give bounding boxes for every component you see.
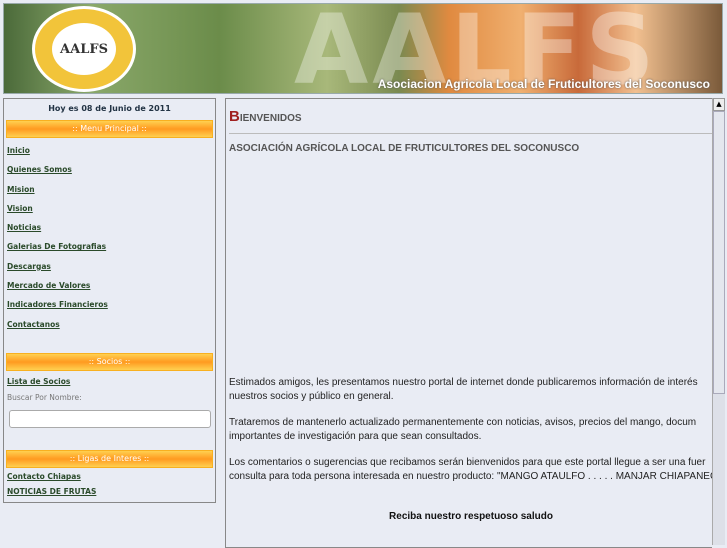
- menu-mercado-valores[interactable]: Mercado de Valores: [7, 276, 215, 295]
- paragraph-1: Estimados amigos, les presentamos nuestr…: [229, 376, 712, 403]
- menu-principal-header: :: Menu Principal ::: [6, 120, 213, 138]
- header-banner: AALFS AALFS Asociacion Agricola Local de…: [3, 3, 723, 94]
- p1-line2: nuestros socios y público en general.: [229, 390, 394, 402]
- scroll-thumb[interactable]: [713, 111, 725, 394]
- menu-mision[interactable]: Mision: [7, 180, 215, 199]
- menu-galerias[interactable]: Galerias De Fotografias: [7, 237, 215, 256]
- paragraph-2: Trataremos de mantenerlo actualizado per…: [229, 416, 712, 443]
- menu-inicio[interactable]: Inicio: [7, 141, 215, 160]
- banner-caption: Asociacion Agricola Local de Fruticultor…: [377, 77, 710, 91]
- scroll-up-arrow-icon[interactable]: ▲: [713, 98, 725, 111]
- p3-line1: Los comentarios o sugerencias que reciba…: [229, 457, 706, 468]
- menu-noticias[interactable]: Noticias: [7, 218, 215, 237]
- search-by-name-input[interactable]: [9, 410, 211, 429]
- title-rest: IENVENIDOS: [239, 113, 302, 124]
- socios-header: :: Socios ::: [6, 352, 213, 371]
- aalfs-logo: AALFS: [32, 6, 136, 92]
- noticias-frutas-link[interactable]: NOTICIAS DE FRUTAS: [7, 483, 215, 498]
- sidebar: Hoy es 08 de Junio de 2011 :: Menu Princ…: [3, 98, 216, 503]
- greeting: Reciba nuestro respetuoso saludo: [389, 511, 553, 522]
- p1-line1: Estimados amigos, les presentamos nuestr…: [229, 377, 698, 388]
- menu-indicadores[interactable]: Indicadores Financieros: [7, 295, 215, 314]
- content-frame: BIENVENIDOS ASOCIACIÓN AGRÍCOLA LOCAL DE…: [225, 98, 712, 548]
- menu-descargas[interactable]: Descargas: [7, 257, 215, 276]
- logo-text: AALFS: [52, 23, 116, 75]
- page-title: BIENVENIDOS: [229, 108, 712, 134]
- lista-socios-link[interactable]: Lista de Socios: [7, 372, 215, 391]
- title-initial: B: [229, 108, 240, 125]
- p3-line2: consulta para toda persona interesada en…: [229, 470, 712, 482]
- current-date: Hoy es 08 de Junio de 2011: [48, 104, 171, 113]
- menu-contactanos[interactable]: Contactanos: [7, 315, 215, 334]
- p2-line1: Trataremos de mantenerlo actualizado per…: [229, 417, 697, 428]
- ligas-header: :: Ligas de Interes ::: [6, 450, 213, 469]
- p2-line2: importantes de investigación para que se…: [229, 430, 482, 442]
- menu-vision[interactable]: Vision: [7, 199, 215, 218]
- content-body: Estimados amigos, les presentamos nuestr…: [229, 376, 712, 522]
- menu-quienes-somos[interactable]: Quienes Somos: [7, 160, 215, 179]
- contacto-chiapas-link[interactable]: Contacto Chiapas: [7, 468, 215, 483]
- page-subtitle: ASOCIACIÓN AGRÍCOLA LOCAL DE FRUTICULTOR…: [229, 143, 580, 154]
- search-label: Buscar Por Nombre:: [7, 393, 82, 403]
- paragraph-3: Los comentarios o sugerencias que reciba…: [229, 456, 712, 483]
- content-scrollbar[interactable]: ▲: [712, 98, 725, 545]
